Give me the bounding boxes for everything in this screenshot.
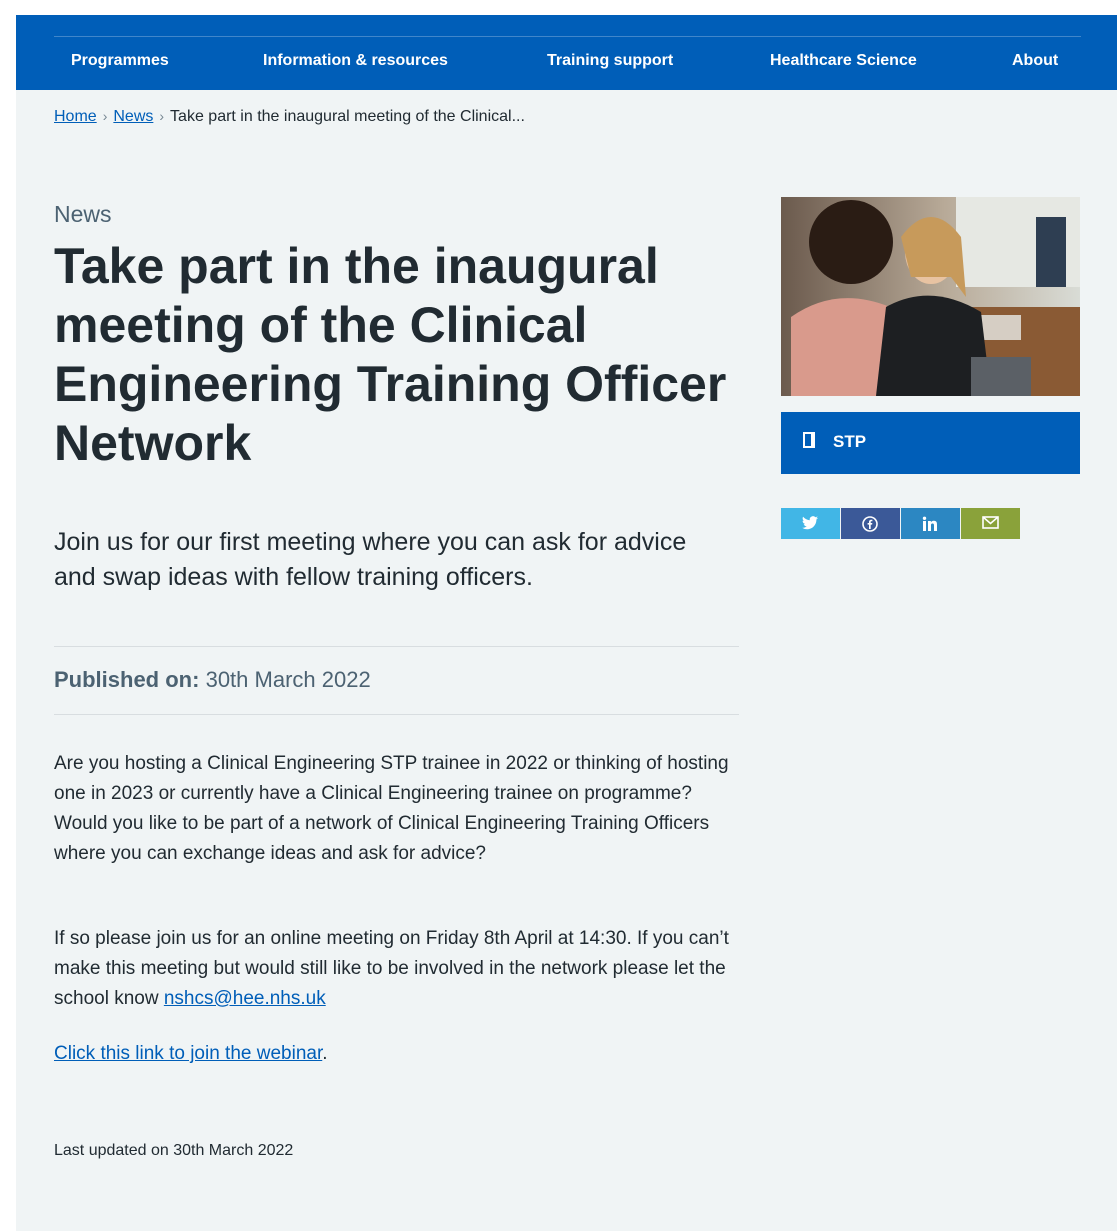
- twitter-icon: [802, 516, 818, 530]
- facebook-icon: [862, 516, 878, 532]
- last-updated: Last updated on 30th March 2022: [54, 1142, 294, 1159]
- bookmark-icon: [803, 432, 815, 448]
- nav-item-programmes[interactable]: Programmes: [71, 52, 169, 70]
- nav-item-about[interactable]: About: [1012, 52, 1058, 70]
- article-photo: [781, 197, 1080, 396]
- link-suffix: .: [322, 1043, 328, 1064]
- share-linkedin-button[interactable]: [901, 508, 960, 539]
- article-paragraph: Click this link to join the webinar.: [54, 1039, 744, 1069]
- email-icon: [982, 516, 999, 529]
- top-navigation: Programmes Information & resources Train…: [16, 15, 1117, 90]
- article-paragraph: Are you hosting a Clinical Engineering S…: [54, 753, 729, 864]
- tag-label: STP: [833, 432, 867, 451]
- breadcrumb-news-link[interactable]: News: [113, 108, 153, 125]
- article-paragraph: If so please join us for an online meeti…: [54, 924, 744, 1014]
- breadcrumb: Home › News › Take part in the inaugural mee…: [54, 108, 525, 126]
- paragraph-text: If so please join us for an online meeti…: [54, 928, 729, 1009]
- share-email-button[interactable]: [961, 508, 1020, 539]
- page: Programmes Information & resources Train…: [16, 15, 1117, 1231]
- nav-item-training-support[interactable]: Training support: [547, 52, 673, 70]
- article-photo-image: [781, 197, 1080, 396]
- nav-divider: [54, 36, 1081, 37]
- page-title: Take part in the inaugural meeting of th…: [54, 238, 727, 471]
- linkedin-icon: [922, 516, 937, 531]
- published-label: Published on:: [54, 667, 200, 692]
- chevron-right-icon: ›: [102, 108, 108, 124]
- chevron-right-icon: ›: [159, 108, 165, 124]
- divider: [54, 714, 739, 715]
- published-date: Published on: 30th March 2022: [54, 667, 371, 693]
- article-category: News: [54, 201, 112, 227]
- divider: [54, 646, 739, 647]
- webinar-link[interactable]: Click this link to join the webinar: [54, 1043, 322, 1064]
- nav-item-healthcare-science[interactable]: Healthcare Science: [770, 52, 917, 70]
- breadcrumb-home-link[interactable]: Home: [54, 108, 97, 125]
- share-facebook-button[interactable]: [841, 508, 900, 539]
- email-link[interactable]: nshcs@hee.nhs.uk: [164, 988, 326, 1009]
- tag-stp-button[interactable]: STP: [781, 412, 1080, 474]
- nav-item-information-resources[interactable]: Information & resources: [263, 52, 448, 70]
- article-lede: Join us for our first meeting where you …: [54, 528, 687, 591]
- share-twitter-button[interactable]: [781, 508, 840, 539]
- breadcrumb-current: Take part in the inaugural meeting of th…: [170, 108, 525, 125]
- published-value: 30th March 2022: [205, 667, 371, 692]
